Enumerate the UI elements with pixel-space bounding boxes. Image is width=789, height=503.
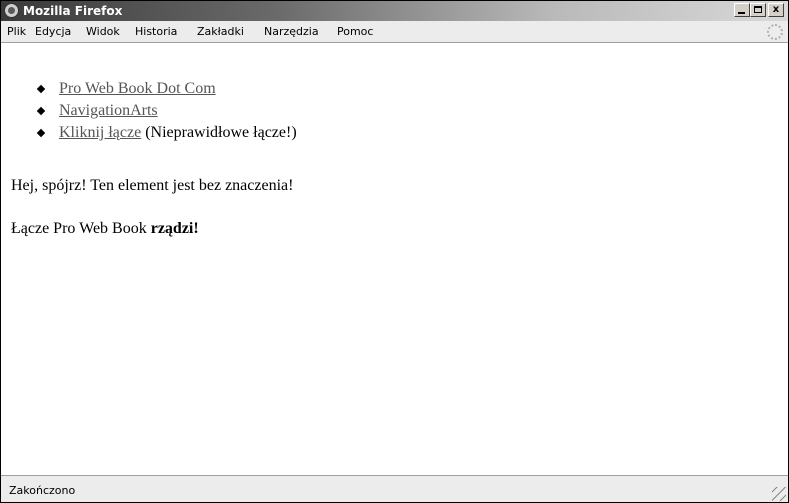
menu-item-plik[interactable]: Plik: [7, 25, 26, 38]
close-button[interactable]: x: [768, 3, 784, 17]
list-item-text: Kliknij łącze (Nieprawidłowe łącze!): [59, 123, 297, 143]
menu-item-pomoc[interactable]: Pomoc: [337, 25, 373, 38]
paragraph-rules: Łącze Pro Web Book rządzi!: [11, 219, 199, 239]
paragraph-prefix: Łącze Pro Web Book: [11, 220, 151, 237]
menu-item-narzedzia[interactable]: Narzędzia: [264, 25, 319, 38]
paragraph-meaningless: Hej, spójrz! Ten element jest bez znacze…: [11, 177, 294, 194]
browser-window: Mozilla Firefox x Plik Edycja Widok Hist…: [0, 0, 789, 503]
close-icon: x: [772, 4, 780, 15]
minimize-icon: [738, 12, 745, 14]
menu-item-zakladki[interactable]: Zakładki: [197, 25, 244, 38]
bullet-icon: [36, 84, 46, 94]
bullet-icon: [36, 128, 46, 138]
list-item-text: NavigationArts: [59, 101, 158, 121]
list-item-suffix: (Nieprawidłowe łącze!): [141, 124, 297, 141]
title-bar[interactable]: Mozilla Firefox x: [1, 1, 788, 21]
status-text: Zakończono: [9, 484, 76, 497]
bullet-icon: [36, 106, 46, 116]
menu-item-widok[interactable]: Widok: [86, 25, 120, 38]
menu-item-historia[interactable]: Historia: [135, 25, 177, 38]
paragraph-suffix: !: [193, 220, 199, 237]
paragraph-bold: rządzi: [150, 220, 194, 237]
loading-throbber-icon: [767, 24, 783, 40]
firefox-logo-icon: [4, 3, 19, 18]
menu-bar: Plik Edycja Widok Historia Zakładki Narz…: [1, 21, 788, 43]
maximize-icon: [754, 6, 762, 13]
window-title: Mozilla Firefox: [23, 4, 123, 18]
status-bar: Zakończono: [1, 475, 788, 502]
resize-grip-icon[interactable]: [772, 487, 786, 501]
page-content: Pro Web Book Dot Com NavigationArts Klik…: [1, 43, 788, 474]
link-pro-web-book[interactable]: Pro Web Book Dot Com: [59, 80, 216, 97]
maximize-button[interactable]: [750, 3, 766, 17]
minimize-button[interactable]: [734, 3, 750, 17]
list-item-text: Pro Web Book Dot Com: [59, 79, 216, 99]
menu-item-edycja[interactable]: Edycja: [35, 25, 71, 38]
link-navigationarts[interactable]: NavigationArts: [59, 102, 158, 119]
link-kliknij-lacze[interactable]: Kliknij łącze: [59, 124, 141, 141]
